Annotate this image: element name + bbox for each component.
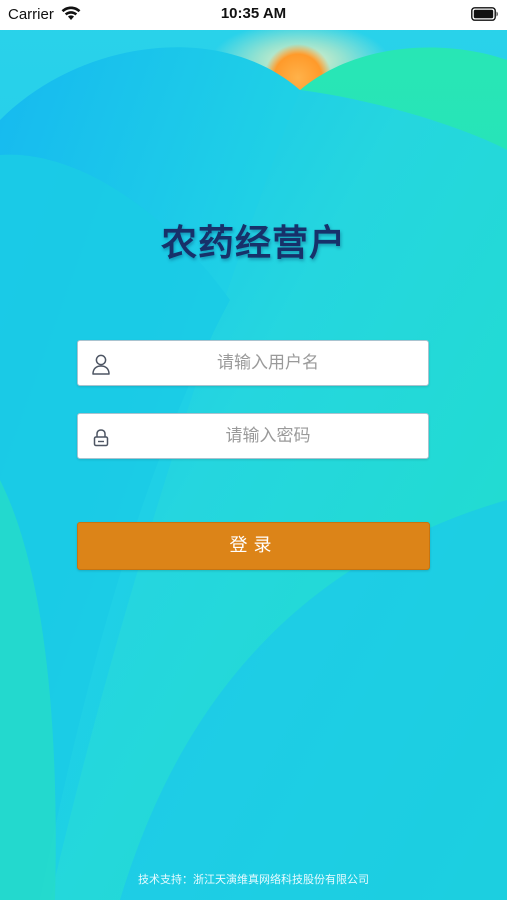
- app-title: 农药经营户: [160, 223, 346, 264]
- username-input[interactable]: [118, 341, 418, 385]
- lock-icon: [93, 429, 109, 447]
- password-field[interactable]: [77, 413, 429, 459]
- status-bar: Carrier 10:35 AM: [0, 0, 507, 30]
- login-button[interactable]: 登录: [77, 522, 430, 570]
- battery-icon: [471, 7, 498, 21]
- password-input[interactable]: [118, 414, 418, 458]
- footer-credit: 技术支持：浙江天演维真网络科技股份有限公司: [138, 873, 369, 886]
- status-time: 10:35 AM: [220, 5, 287, 22]
- user-icon: [92, 354, 110, 375]
- username-field[interactable]: [77, 340, 429, 386]
- login-screen: Carrier 10:35 AM 农药经营户 登录 技术: [0, 0, 507, 900]
